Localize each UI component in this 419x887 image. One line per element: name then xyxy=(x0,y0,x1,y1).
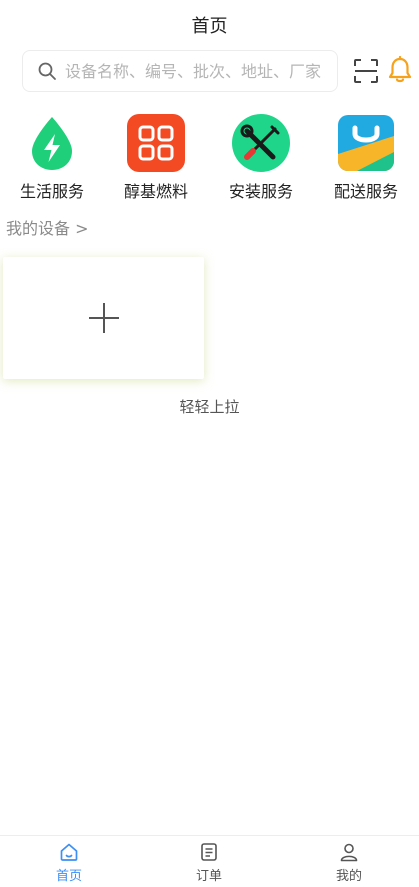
my-devices-link[interactable]: 我的设备 > xyxy=(6,215,89,239)
service-life[interactable]: 生活服务 xyxy=(0,114,104,204)
search-box[interactable] xyxy=(22,50,338,92)
service-fuel[interactable]: 醇基燃料 xyxy=(104,114,208,204)
page-title: 首页 xyxy=(191,16,228,37)
tab-mine[interactable]: 我的 xyxy=(289,842,409,886)
water-drop-lightning-icon xyxy=(32,117,72,170)
home-icon xyxy=(60,843,78,861)
tab-label: 订单 xyxy=(195,869,222,884)
tab-home[interactable]: 首页 xyxy=(9,842,129,886)
service-label: 醇基燃料 xyxy=(123,182,188,201)
service-label: 安装服务 xyxy=(228,182,293,201)
add-device-card[interactable] xyxy=(3,257,204,379)
app-header: 首页 xyxy=(0,0,419,50)
wrench-screwdriver-icon xyxy=(232,114,290,172)
tab-orders[interactable]: 订单 xyxy=(149,842,269,886)
service-label: 生活服务 xyxy=(19,182,84,201)
user-icon xyxy=(340,843,358,862)
bell-icon[interactable] xyxy=(387,56,413,84)
grid-squares-icon xyxy=(127,114,185,172)
plus-icon xyxy=(88,303,119,333)
search-row xyxy=(0,50,419,92)
order-list-icon xyxy=(201,843,217,861)
tab-label: 首页 xyxy=(55,869,82,884)
scan-icon[interactable] xyxy=(353,58,379,84)
service-grid: 生活服务 醇基燃料 安装服务 配送服务 xyxy=(0,114,419,204)
shopping-bag-icon xyxy=(338,115,394,171)
tab-label: 我的 xyxy=(335,869,362,884)
service-install[interactable]: 安装服务 xyxy=(209,114,313,204)
search-input[interactable] xyxy=(65,61,325,81)
service-delivery[interactable]: 配送服务 xyxy=(314,114,418,204)
bottom-tab-bar: 首页 订单 我的 xyxy=(0,835,419,887)
service-label: 配送服务 xyxy=(333,182,398,201)
pull-up-hint: 轻轻上拉 xyxy=(179,398,240,416)
search-icon xyxy=(38,62,56,80)
